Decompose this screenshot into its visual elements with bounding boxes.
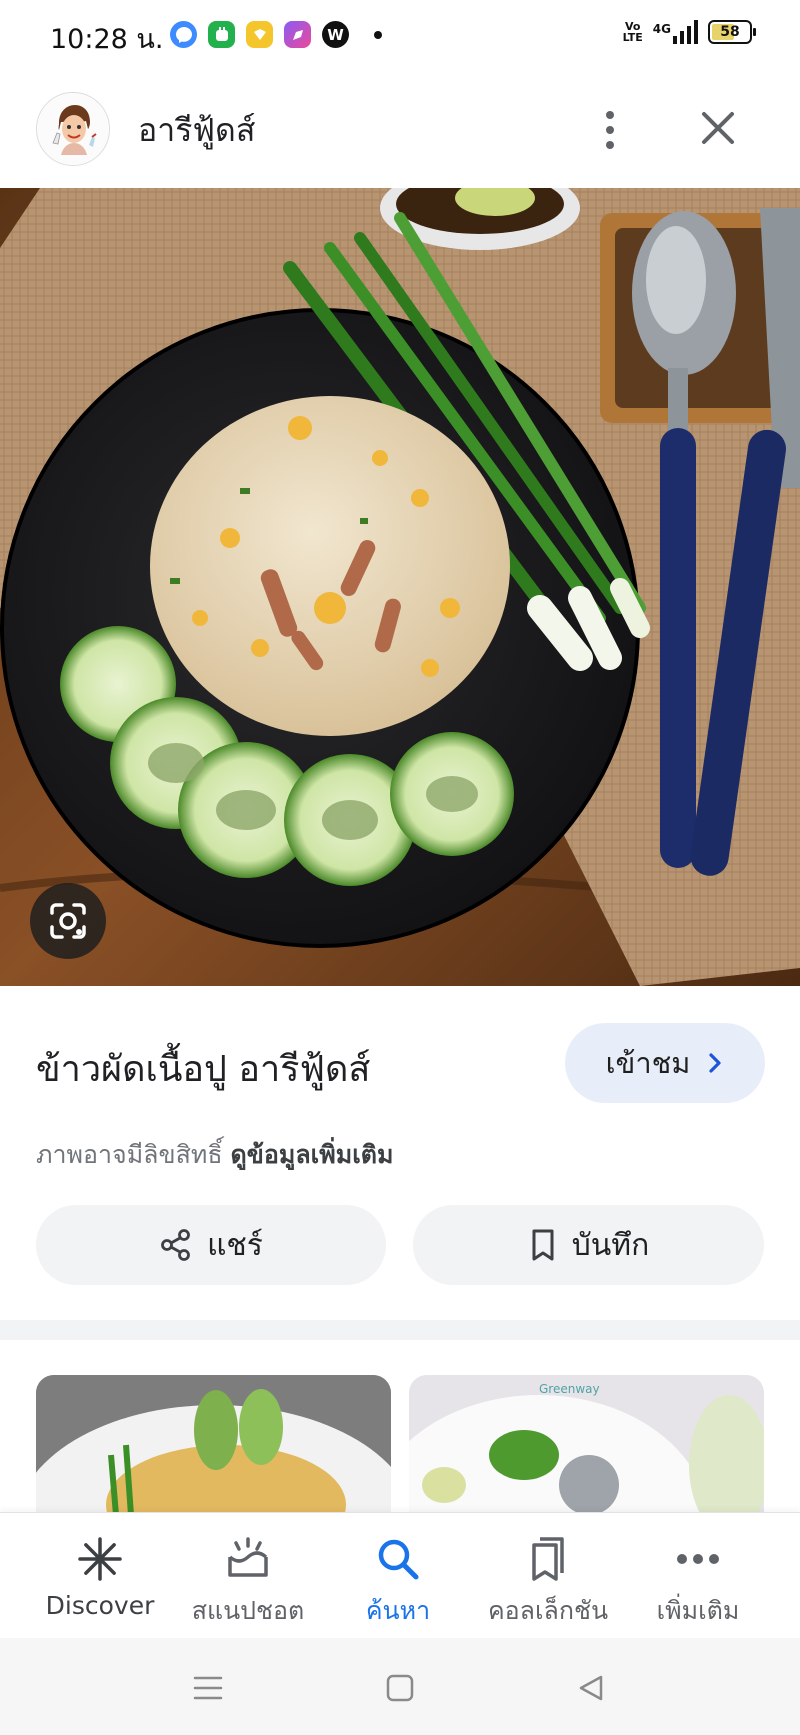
close-button[interactable]	[695, 105, 741, 151]
network-type: 4G	[652, 22, 671, 36]
image-viewer-page: 10:28 น. W Vo LTE 4G 58 อารีฟู้ดส์ ข้าวผ…	[0, 0, 800, 1735]
share-label: แชร์	[207, 1227, 263, 1263]
search-icon	[372, 1533, 424, 1585]
battery-level: 58	[720, 24, 740, 40]
asterisk-icon	[74, 1533, 126, 1585]
recent-apps-button[interactable]	[183, 1663, 233, 1713]
close-icon	[702, 112, 734, 144]
square-icon	[386, 1674, 414, 1702]
nav-label: คอลเล็กชัน	[487, 1596, 609, 1625]
svg-text:Greenway: Greenway	[539, 1382, 600, 1396]
copyright-notice: ภาพอาจมีลิขสิทธิ์ ดูข้อมูลเพิ่มเติม	[36, 1135, 393, 1175]
related-image-thumbnail[interactable]: Greenway	[409, 1375, 764, 1515]
chevron-right-icon	[709, 1053, 722, 1073]
system-navigation-bar	[0, 1638, 800, 1735]
nav-label: เพิ่มเติม	[656, 1596, 740, 1625]
snapshot-icon	[222, 1533, 274, 1585]
nav-label: สแนปชอต	[191, 1596, 305, 1625]
share-button[interactable]: แชร์	[36, 1205, 386, 1285]
save-label: บันทึก	[571, 1227, 650, 1263]
status-app-icons: W	[170, 21, 382, 48]
notification-dot-icon	[374, 30, 382, 39]
nav-label: ค้นหา	[365, 1596, 431, 1625]
volte-indicator: Vo LTE	[622, 20, 643, 44]
related-chicken-rice-photo: Greenway	[409, 1375, 764, 1515]
triangle-back-icon	[579, 1675, 603, 1701]
related-image-thumbnail[interactable]	[36, 1375, 391, 1515]
nav-collections[interactable]: คอลเล็กชัน	[468, 1513, 628, 1639]
section-divider	[0, 1320, 800, 1340]
battery-icon: 58	[708, 20, 756, 44]
google-lens-button[interactable]	[30, 883, 106, 959]
dot-icon	[606, 111, 614, 119]
nav-snapshot[interactable]: สแนปชอต	[168, 1513, 328, 1639]
visit-label: เข้าชม	[605, 1046, 691, 1080]
yellow-app-icon	[246, 21, 273, 48]
avatar-illustration-icon	[37, 93, 109, 165]
copyright-text: ภาพอาจมีลิขสิทธิ์	[36, 1140, 223, 1169]
viewer-header: อารีฟู้ดส์	[0, 70, 800, 188]
learn-more-link[interactable]: ดูข้อมูลเพิ่มเติม	[231, 1140, 394, 1169]
home-button[interactable]	[375, 1663, 425, 1713]
nav-label: Discover	[45, 1591, 155, 1620]
site-name[interactable]: อารีฟู้ดส์	[138, 105, 255, 156]
messenger-icon	[170, 21, 197, 48]
menu-lines-icon	[193, 1676, 223, 1700]
pink-app-icon	[284, 21, 311, 48]
bottom-navigation: Discover สแนปชอต ค้นหา คอลเล็กชัน เพิ่มเ…	[0, 1512, 800, 1638]
status-indicators: Vo LTE 4G 58	[622, 20, 756, 44]
more-options-button[interactable]	[590, 100, 630, 160]
nav-more[interactable]: เพิ่มเติม	[618, 1513, 778, 1639]
site-avatar[interactable]	[36, 92, 110, 166]
bookmark-icon	[532, 1229, 554, 1261]
nav-discover[interactable]: Discover	[20, 1513, 180, 1639]
visit-button[interactable]: เข้าชม	[565, 1023, 765, 1103]
main-image[interactable]	[0, 188, 800, 986]
dot-icon	[606, 141, 614, 149]
nav-search[interactable]: ค้นหา	[318, 1513, 478, 1639]
status-bar: 10:28 น. W Vo LTE 4G 58	[0, 0, 800, 70]
w-app-icon: W	[322, 21, 349, 48]
related-fried-rice-photo	[36, 1375, 391, 1515]
save-button[interactable]: บันทึก	[413, 1205, 764, 1285]
signal-icon: 4G	[653, 20, 698, 44]
more-horizontal-icon	[672, 1533, 724, 1585]
status-time: 10:28 น.	[50, 24, 164, 55]
fried-rice-photo	[0, 188, 800, 986]
collections-icon	[522, 1533, 574, 1585]
back-button[interactable]	[566, 1663, 616, 1713]
google-lens-icon	[50, 903, 86, 939]
image-title: ข้าวผัดเนื้อปู อารีฟู้ดส์	[36, 1049, 371, 1090]
line-icon	[208, 21, 235, 48]
share-icon	[161, 1229, 190, 1261]
dot-icon	[606, 126, 614, 134]
